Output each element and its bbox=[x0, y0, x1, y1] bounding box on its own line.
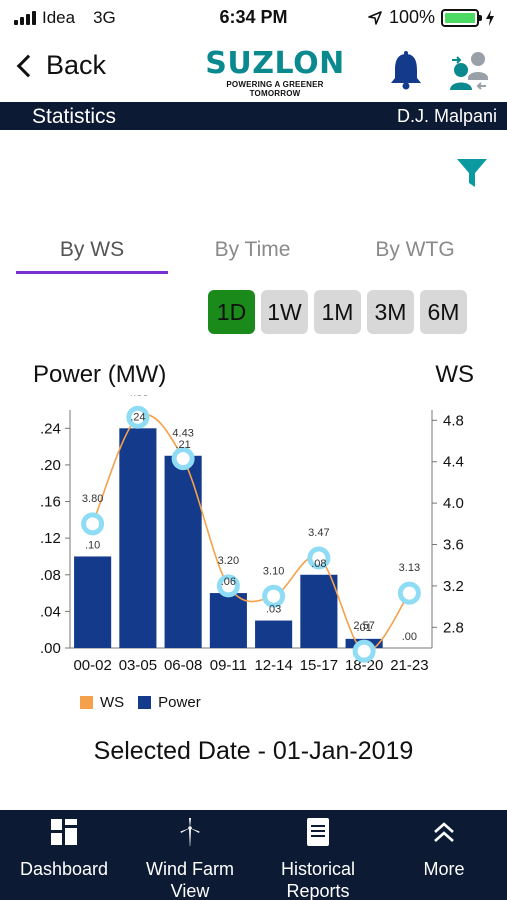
power-ws-chart: .00 .04 .08 .12 .16 .20 .24 2.8 3.2 3.6 4.0 4.4 4.8 0… bbox=[40, 395, 464, 674]
range-3m-button[interactable]: 3M bbox=[367, 290, 414, 334]
suzlon-logo: SUZLON POWERING A GREENER TOMORROW bbox=[200, 46, 350, 99]
y-right-tick-label: 2.8 bbox=[443, 619, 464, 636]
legend-item-power: Power bbox=[138, 694, 201, 711]
battery-percent: 100% bbox=[388, 7, 435, 27]
y-axis-left-title: Power (MW) bbox=[33, 361, 167, 388]
chevron-left-icon bbox=[16, 54, 40, 77]
y-right-tick-label: 3.6 bbox=[443, 537, 464, 554]
nav-wind-farm-view[interactable]: Wind Farm View bbox=[134, 816, 246, 900]
tab-by-ws[interactable]: By WS bbox=[16, 238, 168, 262]
title-bar: Statistics D.J. Malpani bbox=[0, 102, 507, 130]
power-bar bbox=[255, 620, 293, 648]
ws-data-label: 3.80 bbox=[82, 493, 103, 505]
battery-icon bbox=[441, 8, 482, 27]
logo-tagline: POWERING A GREENER TOMORROW bbox=[226, 80, 324, 98]
legend-swatch-ws bbox=[80, 696, 93, 709]
nav-more-label: More bbox=[423, 859, 465, 879]
power-data-label: .03 bbox=[266, 604, 281, 616]
y-left-tick-label: .24 bbox=[40, 420, 61, 437]
power-bar bbox=[209, 593, 247, 648]
ws-point bbox=[352, 639, 376, 663]
ws-point bbox=[81, 512, 105, 536]
chart-legend: WS Power bbox=[80, 694, 215, 711]
power-bar bbox=[164, 455, 202, 648]
legend-label-power: Power bbox=[158, 694, 201, 711]
battery-level bbox=[445, 12, 475, 23]
ws-point bbox=[397, 581, 421, 605]
y-left-tick-label: .08 bbox=[40, 567, 61, 584]
y-axis-right-title: WS bbox=[435, 361, 474, 388]
filter-icon[interactable] bbox=[455, 156, 489, 190]
power-bar bbox=[74, 556, 112, 648]
location-arrow-icon bbox=[368, 10, 382, 25]
report-icon bbox=[307, 818, 329, 846]
back-label: Back bbox=[46, 50, 107, 80]
nav-historical-reports-label: Historical Reports bbox=[280, 859, 355, 900]
charging-bolt-icon bbox=[486, 9, 494, 26]
user-name: D.J. Malpani bbox=[396, 106, 497, 126]
y-left-tick-label: .04 bbox=[40, 603, 61, 620]
x-tick-label: 06-08 bbox=[164, 657, 202, 674]
tab-by-wtg[interactable]: By WTG bbox=[340, 238, 490, 262]
x-tick-label: 21-23 bbox=[390, 657, 428, 674]
y-left-tick-label: .20 bbox=[40, 457, 61, 474]
ws-data-label: 3.20 bbox=[218, 555, 239, 567]
y-right-tick-label: 3.2 bbox=[443, 578, 464, 595]
power-data-label: .08 bbox=[311, 558, 326, 570]
range-1w-button[interactable]: 1W bbox=[261, 290, 308, 334]
y-right-tick-label: 4.0 bbox=[443, 495, 464, 512]
ws-data-label: 4.43 bbox=[172, 428, 193, 440]
selected-date: Selected Date - 01-Jan-2019 bbox=[93, 737, 414, 765]
x-tick-label: 09-11 bbox=[210, 657, 247, 674]
x-tick-label: 15-17 bbox=[300, 657, 338, 674]
active-tab-indicator bbox=[16, 271, 168, 274]
nav-historical-reports[interactable]: Historical Reports bbox=[262, 816, 374, 900]
power-bar bbox=[300, 574, 338, 648]
status-bar: Idea 3G 6:34 PM 100% bbox=[0, 0, 507, 36]
power-data-label: .00 bbox=[402, 631, 417, 643]
dashboard-icon bbox=[51, 819, 77, 845]
nav-wind-farm-view-label: Wind Farm View bbox=[145, 859, 234, 900]
legend-item-ws: WS bbox=[80, 694, 124, 711]
ws-data-label: 3.47 bbox=[308, 527, 329, 539]
bottom-nav: Dashboard Wind Farm View Historical Repo… bbox=[0, 810, 507, 900]
logo-text: SUZLON bbox=[205, 46, 345, 81]
nav-dashboard[interactable]: Dashboard bbox=[8, 816, 120, 880]
back-button[interactable]: Back bbox=[14, 50, 106, 81]
range-1d-button[interactable]: 1D bbox=[208, 290, 255, 334]
legend-label-ws: WS bbox=[100, 694, 125, 711]
tab-bar: By WS By Time By WTG bbox=[0, 232, 507, 278]
switch-user-icon[interactable] bbox=[448, 48, 490, 92]
range-selector: 1D 1W 1M 3M 6M bbox=[208, 290, 467, 334]
nav-header: Back SUZLON POWERING A GREENER TOMORROW bbox=[0, 40, 507, 100]
x-tick-label: 03-05 bbox=[119, 657, 157, 674]
x-tick-label: 12-14 bbox=[254, 657, 292, 674]
ws-data-label: 2.57 bbox=[353, 620, 374, 632]
y-left-tick-label: .16 bbox=[40, 494, 61, 511]
tab-by-time[interactable]: By Time bbox=[180, 238, 325, 262]
power-data-label: .06 bbox=[221, 576, 236, 588]
wind-turbine-icon bbox=[180, 818, 200, 846]
ws-data-label: 3.13 bbox=[399, 562, 420, 574]
x-tick-label: 00-02 bbox=[73, 657, 111, 674]
nav-dashboard-label: Dashboard bbox=[19, 859, 109, 879]
notification-bell-icon[interactable] bbox=[389, 50, 423, 90]
power-data-label: .24 bbox=[130, 411, 145, 423]
power-bar bbox=[119, 428, 157, 648]
nav-more[interactable]: More bbox=[388, 816, 500, 880]
power-data-label: .10 bbox=[85, 539, 100, 551]
page-title: Statistics bbox=[32, 105, 117, 128]
ws-data-label: 3.10 bbox=[263, 565, 284, 577]
ws-point bbox=[171, 447, 195, 471]
y-left-tick-label: .12 bbox=[40, 530, 61, 547]
y-right-tick-label: 4.4 bbox=[443, 454, 464, 471]
y-right-tick-label: 4.8 bbox=[443, 412, 464, 429]
legend-swatch-power bbox=[138, 696, 152, 709]
ws-data-label: 4.83 bbox=[127, 395, 148, 398]
range-6m-button[interactable]: 6M bbox=[420, 290, 467, 334]
range-1m-button[interactable]: 1M bbox=[314, 290, 361, 334]
chevrons-up-icon bbox=[434, 822, 454, 842]
power-data-label: .21 bbox=[175, 439, 190, 451]
y-left-tick-label: .00 bbox=[40, 640, 61, 657]
